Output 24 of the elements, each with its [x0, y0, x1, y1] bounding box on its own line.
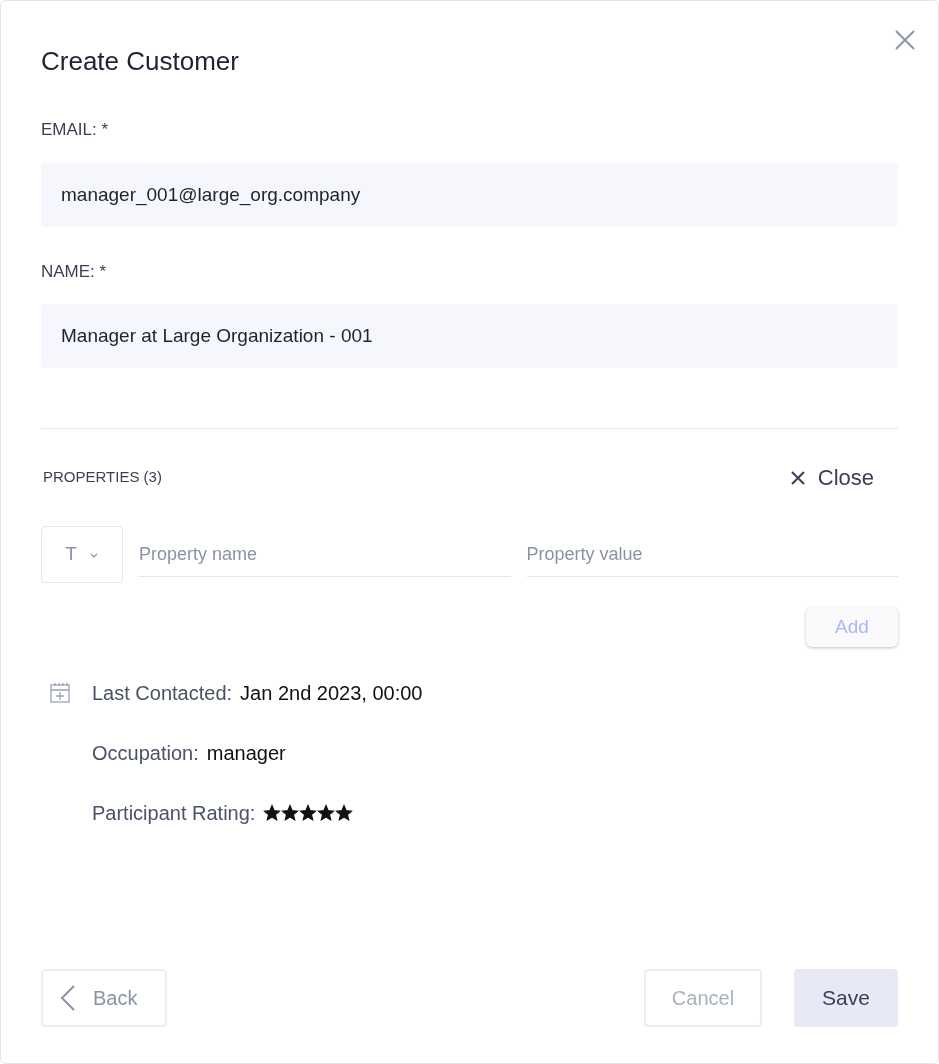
property-label: Participant Rating: — [92, 801, 256, 826]
save-button[interactable]: Save — [794, 969, 898, 1027]
star-icon — [335, 804, 354, 822]
property-name-field[interactable]: Property name — [139, 532, 511, 577]
property-value: Jan 2nd 2023, 00:00 — [240, 681, 423, 706]
star-icon — [299, 804, 318, 822]
properties-heading: PROPERTIES (3) — [42, 467, 162, 488]
star-icon — [317, 804, 336, 822]
field-label: EMAIL: * — [41, 119, 110, 141]
calendar-icon — [49, 682, 71, 704]
property-label: Last Contacted: — [92, 681, 233, 706]
property-value-field[interactable]: Property value — [526, 532, 898, 577]
star-icon — [263, 804, 282, 822]
property-value: manager — [206, 741, 286, 766]
chevron-left-icon — [59, 984, 77, 1012]
star-icon — [281, 804, 300, 822]
field-label: NAME: * — [41, 260, 108, 283]
property-label: Occupation: — [92, 741, 199, 766]
input-field[interactable]: manager_001@large_org.company — [41, 162, 898, 227]
close-icon — [789, 469, 806, 486]
input-field[interactable]: Manager at Large Organization - 001 — [41, 304, 898, 368]
close-icon[interactable] — [894, 29, 916, 51]
dialog-title: Create Customer — [41, 45, 240, 77]
close-properties-button[interactable]: Close — [789, 461, 874, 494]
